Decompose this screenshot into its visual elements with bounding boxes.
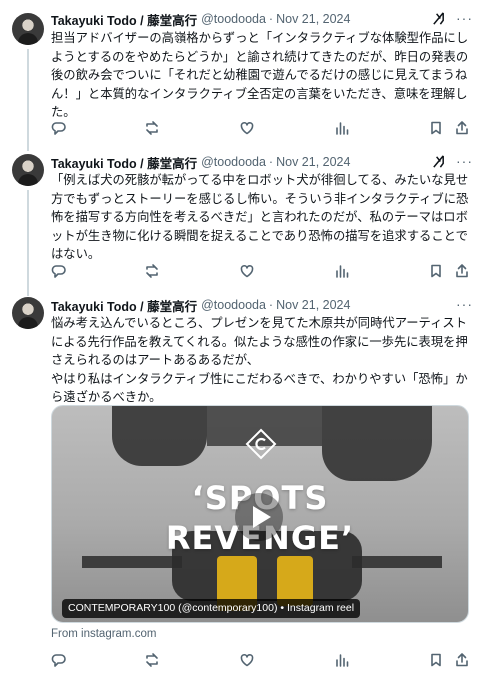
separator: ·: [268, 12, 274, 26]
tweet-text: 「例えば犬の死骸が転がってる中をロボット犬が徘徊してる、みたいな見せ方でもずっと…: [51, 173, 469, 261]
avatar[interactable]: [12, 297, 44, 329]
repost-icon[interactable]: [144, 263, 160, 279]
share-icon[interactable]: [454, 263, 470, 279]
bookmark-icon[interactable]: [428, 120, 444, 136]
separator: ·: [268, 155, 274, 169]
separator: ·: [268, 298, 274, 312]
tweet-date[interactable]: Nov 21, 2024: [276, 12, 350, 26]
video-card[interactable]: ‘SPOTS REVENGE’ CONTEMPORARY100 (@contem…: [51, 405, 469, 623]
author-name[interactable]: Takayuki Todo / 藤堂高行: [51, 153, 197, 172]
tweet-2[interactable]: Takayuki Todo / 藤堂高行 @toodooda · Nov 21,…: [0, 150, 480, 296]
play-icon[interactable]: [234, 492, 284, 542]
author-handle[interactable]: @toodooda: [201, 155, 266, 169]
bookmark-icon[interactable]: [428, 263, 444, 279]
tweet-text: 担当アドバイザーの高嶺格からずっと「インタラクティブな体験型作品にしようとするの…: [51, 31, 469, 119]
author-name[interactable]: Takayuki Todo / 藤堂高行: [51, 10, 197, 29]
action-bar: [51, 652, 471, 668]
avatar[interactable]: [12, 154, 44, 186]
author-name[interactable]: Takayuki Todo / 藤堂高行: [51, 296, 197, 315]
share-icon[interactable]: [454, 652, 470, 668]
repost-icon[interactable]: [144, 120, 160, 136]
repost-icon[interactable]: [144, 652, 160, 668]
reply-icon[interactable]: [51, 263, 67, 279]
reply-icon[interactable]: [51, 120, 67, 136]
views-icon[interactable]: [334, 120, 350, 136]
like-icon[interactable]: [239, 120, 255, 136]
tweet-date[interactable]: Nov 21, 2024: [276, 155, 350, 169]
tweet-header: Takayuki Todo / 藤堂高行 @toodooda · Nov 21,…: [51, 296, 470, 314]
like-icon[interactable]: [239, 263, 255, 279]
author-handle[interactable]: @toodooda: [201, 298, 266, 312]
robot-shape: [322, 406, 432, 481]
more-icon[interactable]: ···: [456, 11, 472, 28]
reply-icon[interactable]: [51, 652, 67, 668]
tweet-text-line: やはり私はインタラクティブ性にこだわるべきで、わかりやすい「恐怖」から遠ざかるべ…: [51, 371, 468, 405]
more-icon[interactable]: ···: [456, 154, 472, 171]
link-source[interactable]: From instagram.com: [51, 628, 156, 640]
thread-line: [27, 49, 29, 151]
bookmark-icon[interactable]: [428, 652, 444, 668]
more-icon[interactable]: ···: [456, 297, 472, 314]
tweet-text: 悩み考え込んでいるところ、プレゼンを見てた木原共が同時代アーティストによる先行作…: [51, 314, 471, 407]
grok-icon[interactable]: [431, 11, 446, 26]
like-icon[interactable]: [239, 652, 255, 668]
avatar[interactable]: [12, 13, 44, 45]
tweet-date[interactable]: Nov 21, 2024: [276, 298, 350, 312]
share-icon[interactable]: [454, 120, 470, 136]
views-icon[interactable]: [334, 652, 350, 668]
tweet-1[interactable]: Takayuki Todo / 藤堂高行 @toodooda · Nov 21,…: [0, 0, 480, 151]
thread-line: [27, 190, 29, 296]
author-handle[interactable]: @toodooda: [201, 12, 266, 26]
contemporary-logo-icon: [245, 428, 277, 460]
robot-shape: [112, 406, 207, 466]
action-bar: [51, 120, 471, 136]
views-icon[interactable]: [334, 263, 350, 279]
tweet-text-line: 悩み考え込んでいるところ、プレゼンを見てた木原共が同時代アーティストによる先行作…: [51, 316, 468, 367]
media-caption[interactable]: CONTEMPORARY100 (@contemporary100) • Ins…: [62, 599, 361, 618]
tweet-header: Takayuki Todo / 藤堂高行 @toodooda · Nov 21,…: [51, 10, 470, 28]
tweet-header: Takayuki Todo / 藤堂高行 @toodooda · Nov 21,…: [51, 153, 470, 171]
action-bar: [51, 263, 471, 279]
grok-icon[interactable]: [431, 154, 446, 169]
